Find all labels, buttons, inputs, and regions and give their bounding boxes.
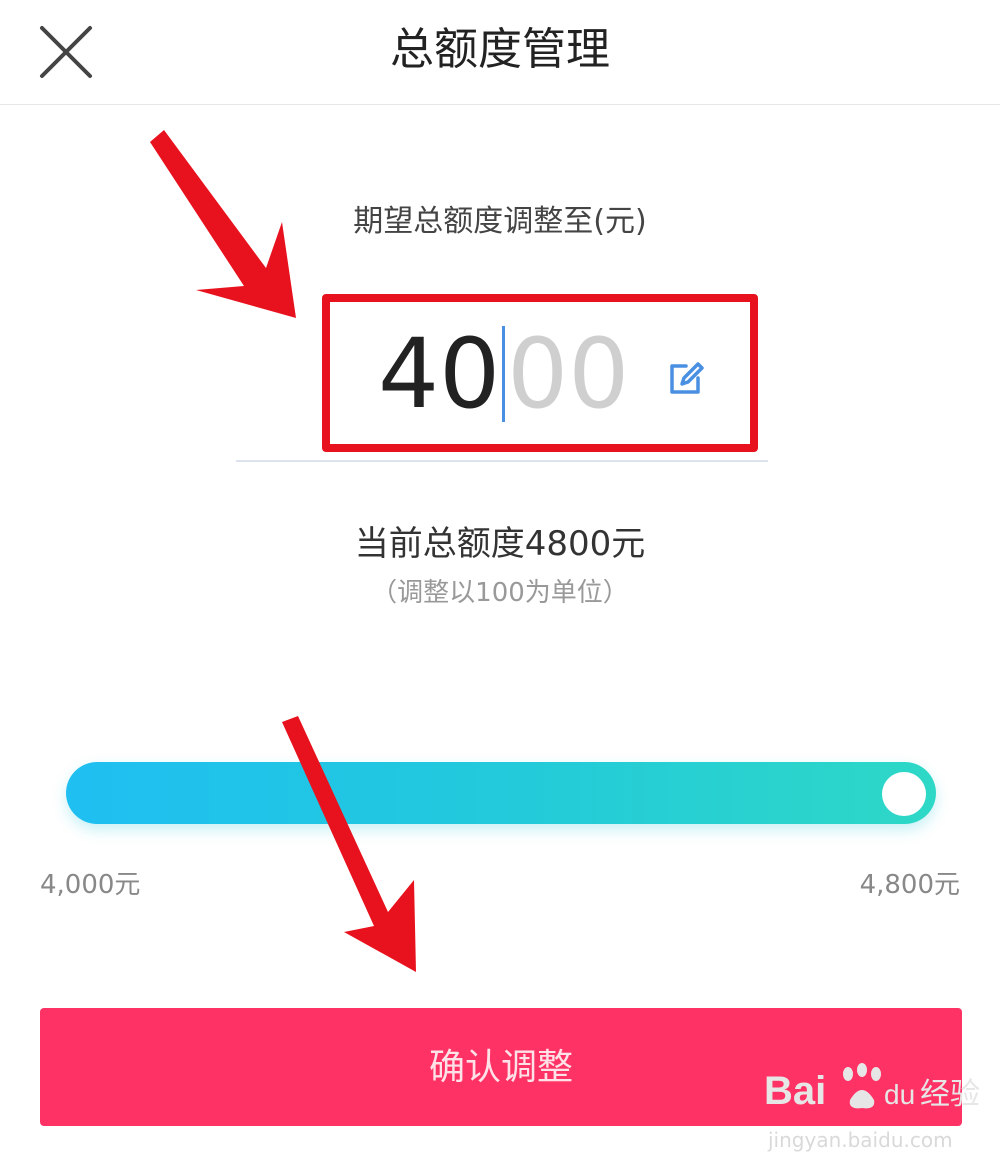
header-bar: 总额度管理 — [0, 0, 1000, 105]
unit-hint-text: （调整以100为单位） — [371, 578, 629, 608]
page-title: 总额度管理 — [390, 24, 610, 75]
watermark-logo-right: du — [884, 1079, 915, 1110]
amount-prompt-label: 期望总额度调整至(元) — [353, 204, 647, 239]
baidu-logo-icon: Bai du 经验 — [764, 1063, 980, 1113]
watermark-logo-cn: 经验 — [920, 1077, 980, 1112]
amount-slider-track[interactable] — [66, 762, 936, 824]
current-total-text: 当前总额度4800元 — [354, 524, 646, 564]
arrow-bottom-icon — [282, 716, 416, 972]
amount-slider-thumb[interactable] — [882, 772, 926, 816]
slider-min-label: 4,000元 — [40, 870, 141, 900]
watermark-logo-left: Bai — [764, 1069, 826, 1113]
baidu-jingyan-watermark: Bai du 经验 jingyan.baidu.com — [764, 1058, 994, 1158]
slider-max-label: 4,800元 — [859, 870, 960, 900]
amount-underline — [236, 460, 768, 462]
annotation-highlight-box — [322, 294, 758, 452]
watermark-url: jingyan.baidu.com — [768, 1128, 953, 1152]
